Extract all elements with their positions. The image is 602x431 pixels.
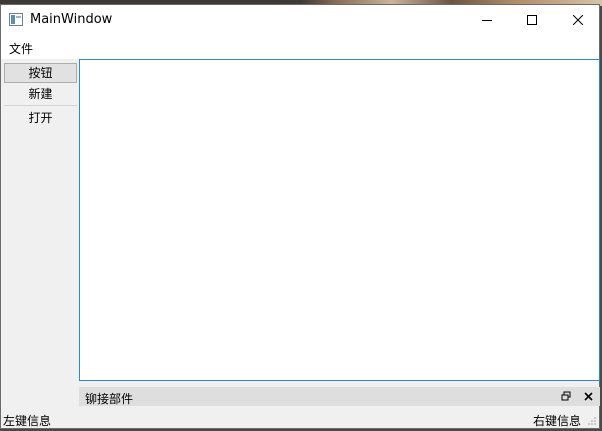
dock-widget-title: 铆接部件 [85,392,134,406]
close-icon [573,15,583,25]
maximize-button[interactable] [509,5,555,35]
button-button[interactable]: 按钮 [4,63,77,83]
new-button[interactable]: 新建 [4,84,77,104]
status-bar: 左键信息 右键信息 [1,408,599,428]
menu-bar: 文件 [1,35,599,59]
restore-icon[interactable] [561,391,572,402]
minimize-icon [482,20,492,21]
close-button[interactable] [555,5,601,35]
text-editor[interactable] [79,59,600,381]
main-window: MainWindow 文件 按钮 新建 打开 铆接部件 左键信息 右键信息 [0,4,600,429]
window-title: MainWindow [30,12,113,27]
app-window-icon [9,13,23,26]
maximize-icon [527,15,537,25]
menu-file[interactable]: 文件 [9,40,33,57]
minimize-button[interactable] [463,5,509,35]
title-bar[interactable]: MainWindow [1,5,599,35]
status-left-message: 左键信息 [3,414,52,428]
dock-widget-titlebar[interactable]: 铆接部件 [79,387,600,406]
dock-close-icon[interactable] [583,391,594,402]
open-button[interactable]: 打开 [4,108,77,128]
size-grip-icon[interactable] [587,416,597,426]
status-right-message: 右键信息 [532,414,581,428]
tool-panel: 按钮 新建 打开 [1,59,79,408]
toolbar-separator [4,105,77,106]
